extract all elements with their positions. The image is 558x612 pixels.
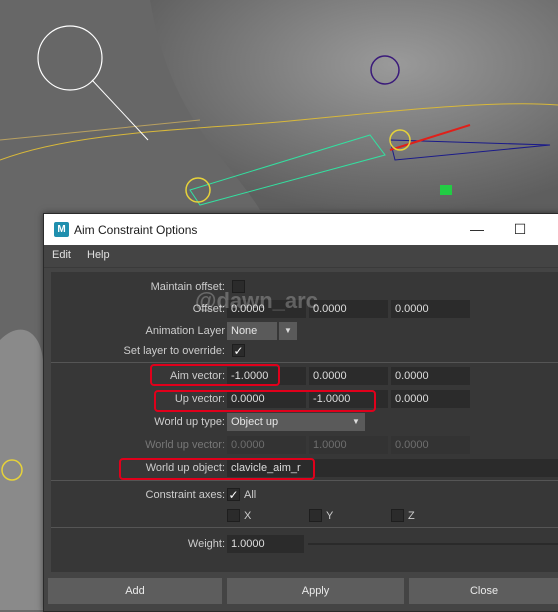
separator	[51, 362, 558, 363]
offset-z-field[interactable]: 0.0000	[391, 300, 470, 318]
close-button[interactable]: Close	[409, 578, 558, 604]
check-icon: ✓	[233, 344, 244, 358]
axis-z-label: Z	[408, 510, 415, 522]
menu-edit[interactable]: Edit	[52, 249, 71, 261]
world-up-vector-x-field: 0.0000	[227, 436, 306, 454]
menu-help[interactable]: Help	[87, 249, 110, 261]
title-bar[interactable]: M Aim Constraint Options — ☐	[44, 214, 558, 245]
up-vector-z-field[interactable]: 0.0000	[391, 390, 470, 408]
set-layer-checkbox[interactable]: ✓	[232, 344, 245, 357]
world-up-vector-y-field: 1.0000	[309, 436, 388, 454]
world-up-object-highlight	[119, 458, 315, 480]
weight-field[interactable]: 1.0000	[227, 535, 304, 553]
offset-y-field[interactable]: 0.0000	[309, 300, 388, 318]
axis-y-checkbox[interactable]	[309, 509, 322, 522]
menu-bar: Edit Help	[44, 245, 558, 268]
minimize-button[interactable]: —	[466, 218, 488, 240]
animation-layer-dropdown[interactable]: None	[227, 322, 277, 340]
axis-all-label: All	[244, 489, 257, 501]
chevron-down-icon[interactable]: ▼	[347, 413, 365, 431]
world-up-vector-z-field: 0.0000	[391, 436, 470, 454]
options-panel: Maintain offset: Offset: 0.0000 0.0000 0…	[51, 272, 558, 572]
maximize-button[interactable]: ☐	[509, 218, 531, 240]
world-up-type-dropdown[interactable]: Object up	[227, 413, 347, 431]
axis-all-checkbox[interactable]: ✓	[227, 488, 240, 501]
up-vector-highlight	[154, 390, 376, 412]
world-up-vector-label: World up vector:	[145, 439, 225, 451]
axis-y-label: Y	[326, 510, 334, 522]
maya-app-icon: M	[54, 222, 69, 237]
weight-slider[interactable]	[308, 543, 558, 545]
add-button[interactable]: Add	[48, 578, 222, 604]
weight-label: Weight:	[187, 538, 225, 550]
axis-x-label: X	[244, 510, 252, 522]
separator	[51, 480, 558, 481]
axis-z-checkbox[interactable]	[391, 509, 404, 522]
watermark-text: @dawn_arc	[195, 288, 318, 313]
axis-x-checkbox[interactable]	[227, 509, 240, 522]
aim-vector-z-field[interactable]: 0.0000	[391, 367, 470, 385]
chevron-down-icon[interactable]: ▼	[279, 322, 297, 340]
check-icon: ✓	[228, 488, 239, 502]
aim-vector-y-field[interactable]: 0.0000	[309, 367, 388, 385]
constraint-axes-label: Constraint axes:	[145, 489, 225, 501]
window-title: Aim Constraint Options	[74, 223, 198, 237]
separator	[51, 527, 558, 528]
set-layer-label: Set layer to override:	[123, 345, 226, 357]
apply-button[interactable]: Apply	[227, 578, 404, 604]
animation-layer-label: Animation Layer	[145, 325, 226, 337]
aim-vector-highlight	[150, 364, 280, 386]
world-up-type-label: World up type:	[154, 416, 225, 428]
aim-constraint-options-window: M Aim Constraint Options — ☐ Edit Help M…	[43, 213, 558, 612]
